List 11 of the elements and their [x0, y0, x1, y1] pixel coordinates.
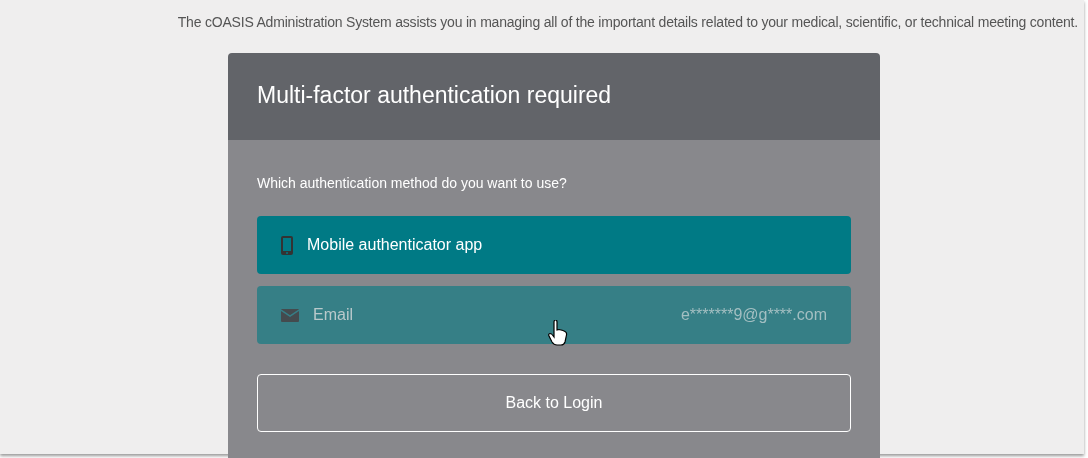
method-label: Email — [313, 305, 353, 325]
card-header: Multi-factor authentication required — [228, 53, 880, 140]
masked-email: e*******9@g****.com — [680, 305, 827, 325]
hand-cursor-icon — [548, 320, 568, 346]
envelope-icon — [281, 308, 299, 322]
method-label: Mobile authenticator app — [307, 235, 483, 255]
phone-icon — [281, 235, 293, 255]
intro-text: The cOASIS Administration System assists you in managing all of the important details related to your medical, scientific, or technical meeting content. — [176, 13, 1079, 32]
back-button[interactable]: Back to Login — [257, 374, 851, 432]
question-text: Which authentication method do you want to use? — [257, 174, 568, 193]
method-button[interactable]: Mobile authenticator app — [257, 216, 851, 274]
